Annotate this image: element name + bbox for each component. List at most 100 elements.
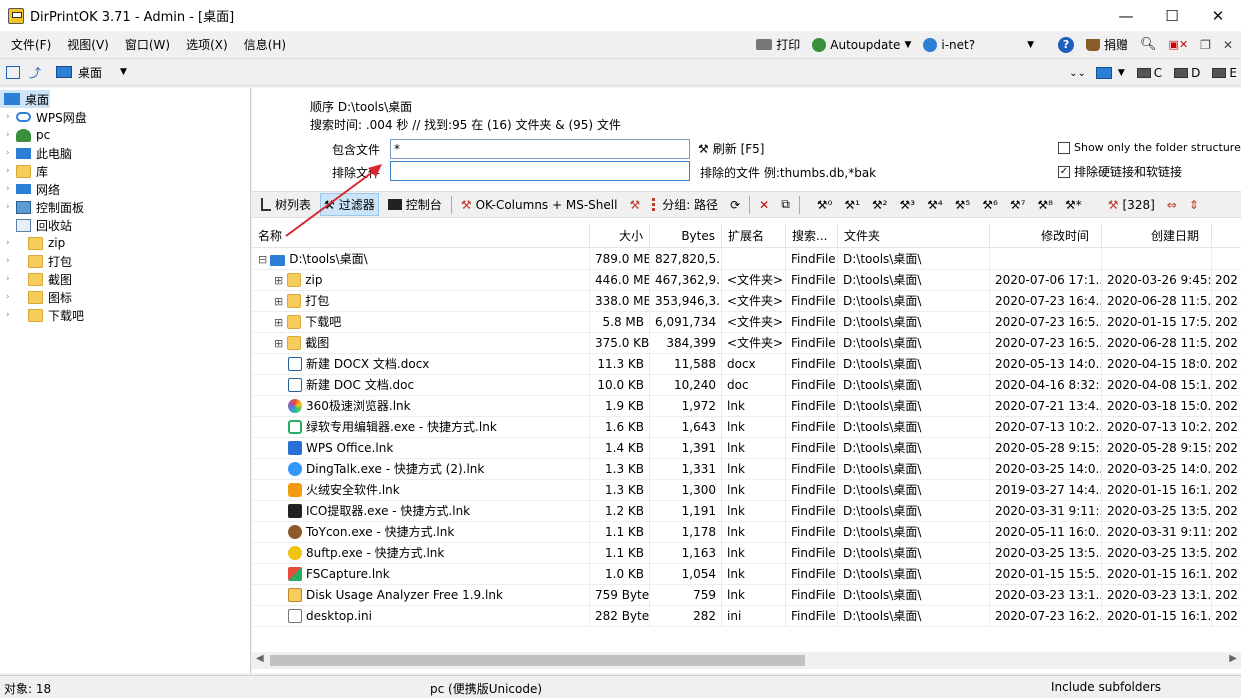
tree-item-dabao[interactable]: › 打包 xyxy=(0,252,72,270)
scroll-thumb[interactable] xyxy=(270,655,805,666)
col-folder[interactable]: 文件夹 xyxy=(838,224,990,248)
drive-e[interactable]: E xyxy=(1212,66,1237,80)
close-button[interactable]: ✕ xyxy=(1195,0,1241,31)
menu-view[interactable]: 视图(V) xyxy=(59,36,117,53)
location-selector[interactable]: 桌面 ▼ xyxy=(56,64,127,81)
menu-file[interactable]: 文件(F) xyxy=(3,36,59,53)
close-doc-button[interactable]: ✕ xyxy=(1223,38,1233,52)
panel-toggle-icon[interactable] xyxy=(6,65,20,79)
table-row[interactable]: ⊟ D:\tools\桌面\ 789.0 MB 827,820,5... FindFil… xyxy=(252,249,1241,270)
search-tool-button[interactable]: 🔍︎ xyxy=(1140,37,1157,52)
folder-structure-checkbox[interactable]: Show only the folder structure xyxy=(1058,141,1241,154)
tree-item-library[interactable]: › 库 xyxy=(0,162,48,180)
expand-arrow-icon[interactable]: › xyxy=(6,292,16,302)
col-search[interactable]: 搜索... xyxy=(786,224,838,248)
exclude-files-input[interactable] xyxy=(390,161,690,181)
sync-button[interactable]: ⟳ xyxy=(727,196,743,214)
print-button[interactable]: 打印 xyxy=(756,36,800,53)
tree-item-desktop[interactable]: 桌面 xyxy=(0,90,50,108)
table-row[interactable]: 绿软专用编辑器.exe - 快捷方式.lnk 1.6 KB 1,643 lnk Find… xyxy=(252,417,1241,438)
menu-window[interactable]: 窗口(W) xyxy=(117,36,178,53)
swap-button[interactable]: ⇔ xyxy=(1164,196,1180,214)
table-row[interactable]: ToYcon.exe - 快捷方式.lnk 1.1 KB 1,178 lnk FindF… xyxy=(252,522,1241,543)
level-4-button[interactable]: ⚒⁴ xyxy=(924,196,946,214)
table-row[interactable]: ⊞ 打包 338.0 MB 353,946,3... <文件夹> FindFile D:\t… xyxy=(252,291,1241,312)
table-row[interactable]: 360极速浏览器.lnk 1.9 KB 1,972 lnk FindFile D:\too… xyxy=(252,396,1241,417)
level-all-button[interactable]: ⚒* xyxy=(1062,196,1085,214)
table-row[interactable]: 8uftp.exe - 快捷方式.lnk 1.1 KB 1,163 lnk FindFi… xyxy=(252,543,1241,564)
col-modified[interactable]: 修改时间 xyxy=(990,224,1102,248)
delete-button[interactable]: ✕ xyxy=(756,196,772,214)
autoupdate-button[interactable]: Autoupdate ▼ xyxy=(812,37,911,52)
tree-item-this-pc[interactable]: › 此电脑 xyxy=(0,144,72,162)
table-row[interactable]: ⊞ 截图 375.0 KB 384,399 <文件夹> FindFile D:\tools\… xyxy=(252,333,1241,354)
up-folder-icon[interactable]: ⤴ xyxy=(26,64,44,80)
expand-chevrons-icon[interactable]: ⌄⌄ xyxy=(1069,68,1086,79)
level-8-button[interactable]: ⚒⁸ xyxy=(1034,196,1056,214)
level-1-button[interactable]: ⚒¹ xyxy=(841,196,863,214)
collapse-toggle-icon[interactable]: ⊟ xyxy=(258,253,267,266)
expand-toggle-icon[interactable]: ⊞ xyxy=(274,337,283,350)
col-ext[interactable]: 扩展名 xyxy=(722,224,786,248)
col-size[interactable]: 大小 xyxy=(590,224,650,248)
drive-c[interactable]: C xyxy=(1136,66,1162,80)
level-7-button[interactable]: ⚒⁷ xyxy=(1007,196,1029,214)
level-5-button[interactable]: ⚒⁵ xyxy=(952,196,974,214)
table-row[interactable]: desktop.ini 282 Byte 282 ini FindFile D:\tool… xyxy=(252,606,1241,627)
table-row[interactable]: 新建 DOCX 文档.docx 11.3 KB 11,588 docx FindFile… xyxy=(252,354,1241,375)
level-0-button[interactable]: ⚒⁰ xyxy=(814,196,836,214)
table-row[interactable]: 火绒安全软件.lnk 1.3 KB 1,300 lnk FindFile D:\tools… xyxy=(252,480,1241,501)
level-3-button[interactable]: ⚒³ xyxy=(897,196,919,214)
col-bytes[interactable]: Bytes xyxy=(650,224,722,248)
computer-dropdown[interactable]: ▼ xyxy=(1095,67,1125,79)
tree-item-pc[interactable]: › pc xyxy=(0,126,50,144)
level-2-button[interactable]: ⚒² xyxy=(869,196,891,214)
tab-console[interactable]: 控制台 xyxy=(385,194,445,215)
col-name[interactable]: 名称 xyxy=(252,224,590,248)
tree-item-screenshots[interactable]: › 截图 xyxy=(0,270,72,288)
tree-item-xiazaiba[interactable]: › 下载吧 xyxy=(0,306,84,324)
col-created[interactable]: 创建日期 xyxy=(1102,224,1212,248)
expand-arrow-icon[interactable]: › xyxy=(6,112,16,122)
tab-tree-list[interactable]: 树列表 xyxy=(258,194,314,215)
tree-item-icons[interactable]: › 图标 xyxy=(0,288,72,306)
table-row[interactable]: ICO提取器.exe - 快捷方式.lnk 1.2 KB 1,191 lnk FindF… xyxy=(252,501,1241,522)
drive-d[interactable]: D xyxy=(1174,66,1200,80)
close-window-button[interactable]: ▣✕ xyxy=(1169,38,1189,51)
horizontal-scrollbar[interactable]: ◀ ▶ xyxy=(252,652,1241,669)
scroll-right-icon[interactable]: ▶ xyxy=(1229,653,1237,664)
restore-window-button[interactable]: ❐ xyxy=(1200,38,1211,52)
table-row[interactable]: DingTalk.exe - 快捷方式 (2).lnk 1.3 KB 1,331 ln… xyxy=(252,459,1241,480)
exclude-links-checkbox[interactable]: ✓ 排除硬链接和软链接 xyxy=(1058,163,1182,180)
table-row[interactable]: WPS Office.lnk 1.4 KB 1,391 lnk FindFile D:\t… xyxy=(252,438,1241,459)
expand-arrow-icon[interactable]: › xyxy=(6,202,16,212)
minimize-button[interactable]: — xyxy=(1103,0,1149,31)
expand-arrow-icon[interactable]: › xyxy=(6,274,16,284)
tree-item-zip[interactable]: › zip xyxy=(0,234,65,252)
help-button[interactable]: ? xyxy=(1058,36,1075,53)
expand-toggle-icon[interactable]: ⊞ xyxy=(274,316,283,329)
maximize-button[interactable]: ☐ xyxy=(1149,0,1195,31)
table-row[interactable]: Disk Usage Analyzer Free 1.9.lnk 759 Byte… xyxy=(252,585,1241,606)
col-extra[interactable] xyxy=(1212,224,1241,248)
inet-button[interactable]: i-net? ▼ xyxy=(923,37,1034,52)
tab-filter[interactable]: ⚒ 过滤器 xyxy=(320,193,379,216)
scroll-left-icon[interactable]: ◀ xyxy=(256,653,264,664)
table-row[interactable]: ⊞ 下载吧 5.8 MB 6,091,734 <文件夹> FindFile D:\tools… xyxy=(252,312,1241,333)
expand-arrow-icon[interactable]: › xyxy=(6,256,16,266)
expand-arrow-icon[interactable]: › xyxy=(6,184,16,194)
group-button[interactable]: 分组: 路径 xyxy=(649,194,721,215)
expand-arrow-icon[interactable]: › xyxy=(6,130,16,140)
count-button[interactable]: ⚒ [328] xyxy=(1105,196,1158,214)
expand-arrow-icon[interactable]: › xyxy=(6,310,16,320)
menu-info[interactable]: 信息(H) xyxy=(236,36,294,53)
tree-item-control-panel[interactable]: › 控制面板 xyxy=(0,198,84,216)
expand-arrow-icon[interactable]: › xyxy=(6,238,16,248)
include-files-input[interactable] xyxy=(390,139,690,159)
tree-item-network[interactable]: › 网络 xyxy=(0,180,60,198)
table-row[interactable]: ⊞ zip 446.0 MB 467,362,9... <文件夹> FindFile D:\… xyxy=(252,270,1241,291)
table-row[interactable]: FSCapture.lnk 1.0 KB 1,054 lnk FindFile D:\to… xyxy=(252,564,1241,585)
tree-item-wps[interactable]: › WPS网盘 xyxy=(0,108,87,126)
level-6-button[interactable]: ⚒⁶ xyxy=(979,196,1001,214)
expand-toggle-icon[interactable]: ⊞ xyxy=(274,295,283,308)
